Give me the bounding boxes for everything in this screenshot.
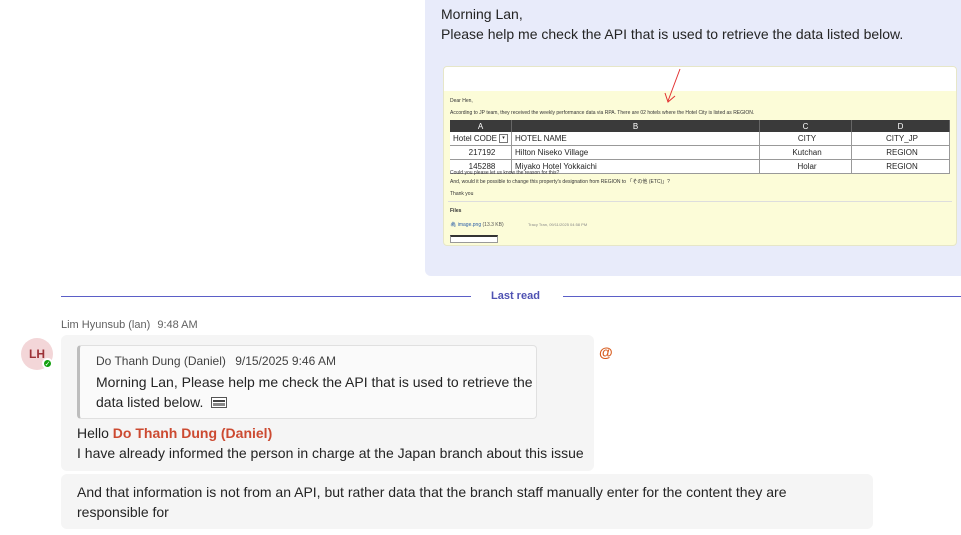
cell: REGION	[852, 146, 950, 159]
image-icon	[211, 393, 228, 413]
cell: Kutchan	[760, 146, 852, 159]
preview-thanks: Thank you	[450, 191, 474, 197]
message-time: 9:48 AM	[157, 319, 198, 331]
quote-time: 9/15/2025 9:46 AM	[235, 354, 336, 368]
file-thumbnail	[450, 235, 498, 243]
cell: Hilton Niseko Village	[512, 146, 760, 159]
header-text: CITY	[797, 134, 817, 143]
preview-spreadsheet: A B C D Hotel CODE ▾ HOTEL NAME CITY CITY…	[450, 120, 950, 174]
preview-file-link: 🖇 image.png (13.3 KB)	[450, 222, 504, 228]
sheet-row: 217192 Hilton Niseko Village Kutchan REG…	[450, 146, 950, 160]
preview-question1: Could you please let us know the reason …	[450, 170, 560, 176]
sheet-header-row: Hotel CODE ▾ HOTEL NAME CITY CITY_JP	[450, 132, 950, 146]
attachment-image-preview[interactable]: Dear Hen, According to JP team, they rec…	[443, 66, 957, 246]
last-read-line-left	[61, 296, 471, 297]
sender-name[interactable]: Lim Hyunsub (lan)	[61, 319, 150, 331]
sheet-column-letters: A B C D	[450, 120, 950, 132]
header-text: CITY_JP	[885, 134, 918, 143]
quote-body: Morning Lan, Please help me check the AP…	[96, 374, 533, 410]
reply-line1: Hello Do Thanh Dung (Daniel)	[77, 425, 272, 441]
cell: REGION	[852, 160, 950, 173]
cell: 217192	[450, 146, 512, 159]
quote-header: Do Thanh Dung (Daniel) 9/15/2025 9:46 AM	[96, 354, 342, 368]
header-cell: CITY	[760, 132, 852, 145]
paperclip-icon: 🖇	[450, 222, 457, 228]
col-letter: A	[450, 120, 512, 132]
file-size: (13.3 KB)	[482, 222, 504, 228]
col-letter: D	[852, 120, 950, 132]
preview-file-meta: Tracy Tran, 09/11/2025 04:58 PM	[528, 222, 588, 227]
red-arrow-annotation	[664, 68, 681, 103]
header-text: Hotel CODE	[453, 134, 498, 143]
reply-line2: I have already informed the person in ch…	[77, 445, 584, 461]
sent-message-bubble[interactable]: Morning Lan, Please help me check the AP…	[425, 0, 961, 276]
followup-text: And that information is not from an API,…	[77, 484, 787, 520]
header-text: HOTEL NAME	[515, 134, 567, 143]
sender-meta: Lim Hyunsub (lan) 9:48 AM	[61, 319, 202, 331]
presence-available-icon: ✓	[42, 358, 53, 369]
sent-message-line1: Morning Lan,	[441, 6, 523, 22]
last-read-line-right	[563, 296, 961, 297]
cell: Holar	[760, 160, 852, 173]
last-read-label: Last read	[491, 290, 540, 302]
reply-hello: Hello	[77, 425, 109, 441]
file-name: image.png	[457, 222, 482, 228]
preview-question2: And, would it be possible to change this…	[450, 179, 670, 185]
col-letter: C	[760, 120, 852, 132]
mention-at-icon: @	[599, 344, 613, 360]
col-letter: B	[512, 120, 760, 132]
preview-greeting: Dear Hen,	[450, 98, 473, 104]
filter-dropdown-icon: ▾	[499, 134, 509, 143]
sent-message-line2: Please help me check the API that is use…	[441, 26, 904, 42]
mention-link[interactable]: Do Thanh Dung (Daniel)	[113, 425, 272, 441]
quote-text: Morning Lan, Please help me check the AP…	[96, 372, 536, 413]
quote-author: Do Thanh Dung (Daniel)	[96, 354, 226, 368]
header-cell: HOTEL NAME	[512, 132, 760, 145]
header-cell: Hotel CODE ▾	[450, 132, 512, 145]
quoted-reply[interactable]: Do Thanh Dung (Daniel) 9/15/2025 9:46 AM…	[77, 345, 537, 419]
preview-intro: According to JP team, they received the …	[450, 110, 755, 116]
attachment-top-band	[444, 67, 956, 91]
files-divider	[448, 201, 952, 202]
header-cell: CITY_JP	[852, 132, 950, 145]
received-message-bubble-2[interactable]: And that information is not from an API,…	[61, 474, 873, 529]
preview-files-label: Files	[450, 208, 462, 214]
received-message-bubble[interactable]: Do Thanh Dung (Daniel) 9/15/2025 9:46 AM…	[61, 335, 594, 471]
